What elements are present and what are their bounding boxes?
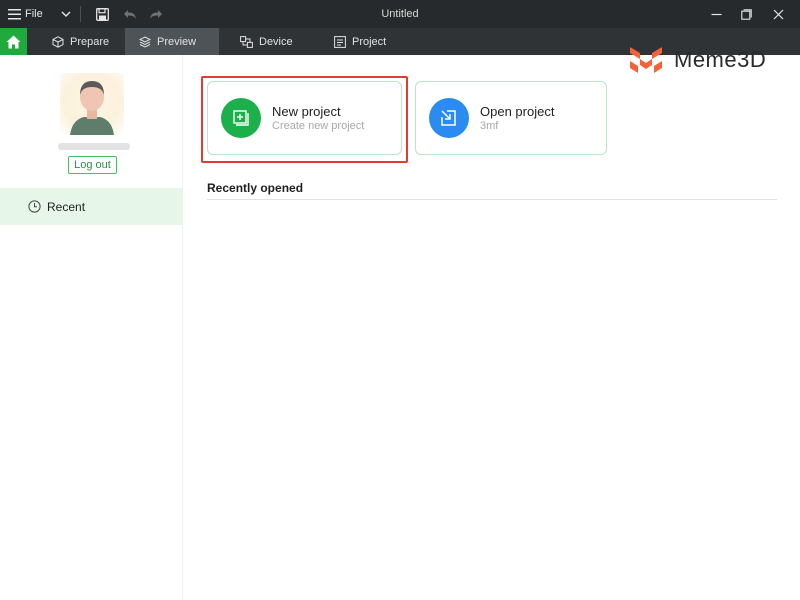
tab-device-label: Device (259, 35, 293, 48)
save-icon (95, 7, 109, 21)
minimize-icon (711, 13, 721, 15)
home-icon (6, 35, 21, 48)
clock-icon (28, 200, 41, 213)
save-button[interactable] (92, 0, 112, 28)
avatar[interactable] (60, 73, 124, 135)
meme3d-logo-icon (630, 47, 662, 73)
title-bar: File Untitled (0, 0, 800, 28)
file-menu-label: File (25, 8, 43, 20)
open-project-title: Open project (480, 104, 555, 119)
chevron-down-icon (61, 11, 71, 17)
meme3d-logo-text: Meme3D (674, 47, 767, 72)
file-menu-button[interactable]: File (8, 0, 71, 28)
user-avatar-icon (70, 81, 114, 135)
new-project-subtitle: Create new project (272, 120, 365, 132)
maximize-button[interactable] (734, 0, 758, 28)
logout-button[interactable]: Log out (68, 156, 117, 174)
tab-prepare-label: Prepare (70, 35, 110, 48)
recently-opened-heading: Recently opened (207, 181, 304, 195)
open-project-subtitle: 3mf (480, 120, 499, 132)
sidebar: Log out Recent (0, 55, 183, 600)
layers-icon (139, 35, 151, 48)
open-project-icon-circle (429, 98, 469, 138)
undo-button[interactable] (120, 0, 140, 28)
new-project-card[interactable]: New project Create new project (207, 81, 402, 155)
maximize-icon (740, 8, 752, 20)
new-project-title: New project (272, 104, 341, 119)
redo-icon (150, 9, 162, 19)
device-icon (240, 35, 253, 48)
minimize-button[interactable] (704, 0, 728, 28)
username-redacted (58, 143, 130, 150)
project-icon (334, 35, 346, 48)
open-project-icon (441, 110, 456, 126)
redo-button[interactable] (146, 0, 166, 28)
hamburger-icon (8, 8, 21, 19)
close-icon (773, 9, 783, 19)
tab-prepare[interactable]: Prepare (38, 28, 124, 55)
recent-divider (207, 199, 777, 200)
home-button[interactable] (0, 28, 27, 55)
meme3d-logo: Meme3D (628, 45, 766, 75)
tab-project[interactable]: Project (320, 28, 410, 55)
new-project-icon-circle (221, 98, 261, 138)
tab-preview[interactable]: Preview (125, 28, 219, 55)
cube-icon (52, 35, 64, 48)
sidebar-item-recent-label: Recent (47, 199, 86, 214)
new-project-icon (233, 110, 249, 126)
close-button[interactable] (766, 0, 790, 28)
tab-device[interactable]: Device (226, 28, 312, 55)
toolbar-divider (80, 6, 81, 22)
open-project-card[interactable]: Open project 3mf (415, 81, 607, 155)
undo-icon (124, 9, 136, 19)
tab-preview-label: Preview (157, 35, 197, 48)
tab-project-label: Project (352, 35, 387, 48)
sidebar-item-recent[interactable]: Recent (0, 188, 183, 225)
